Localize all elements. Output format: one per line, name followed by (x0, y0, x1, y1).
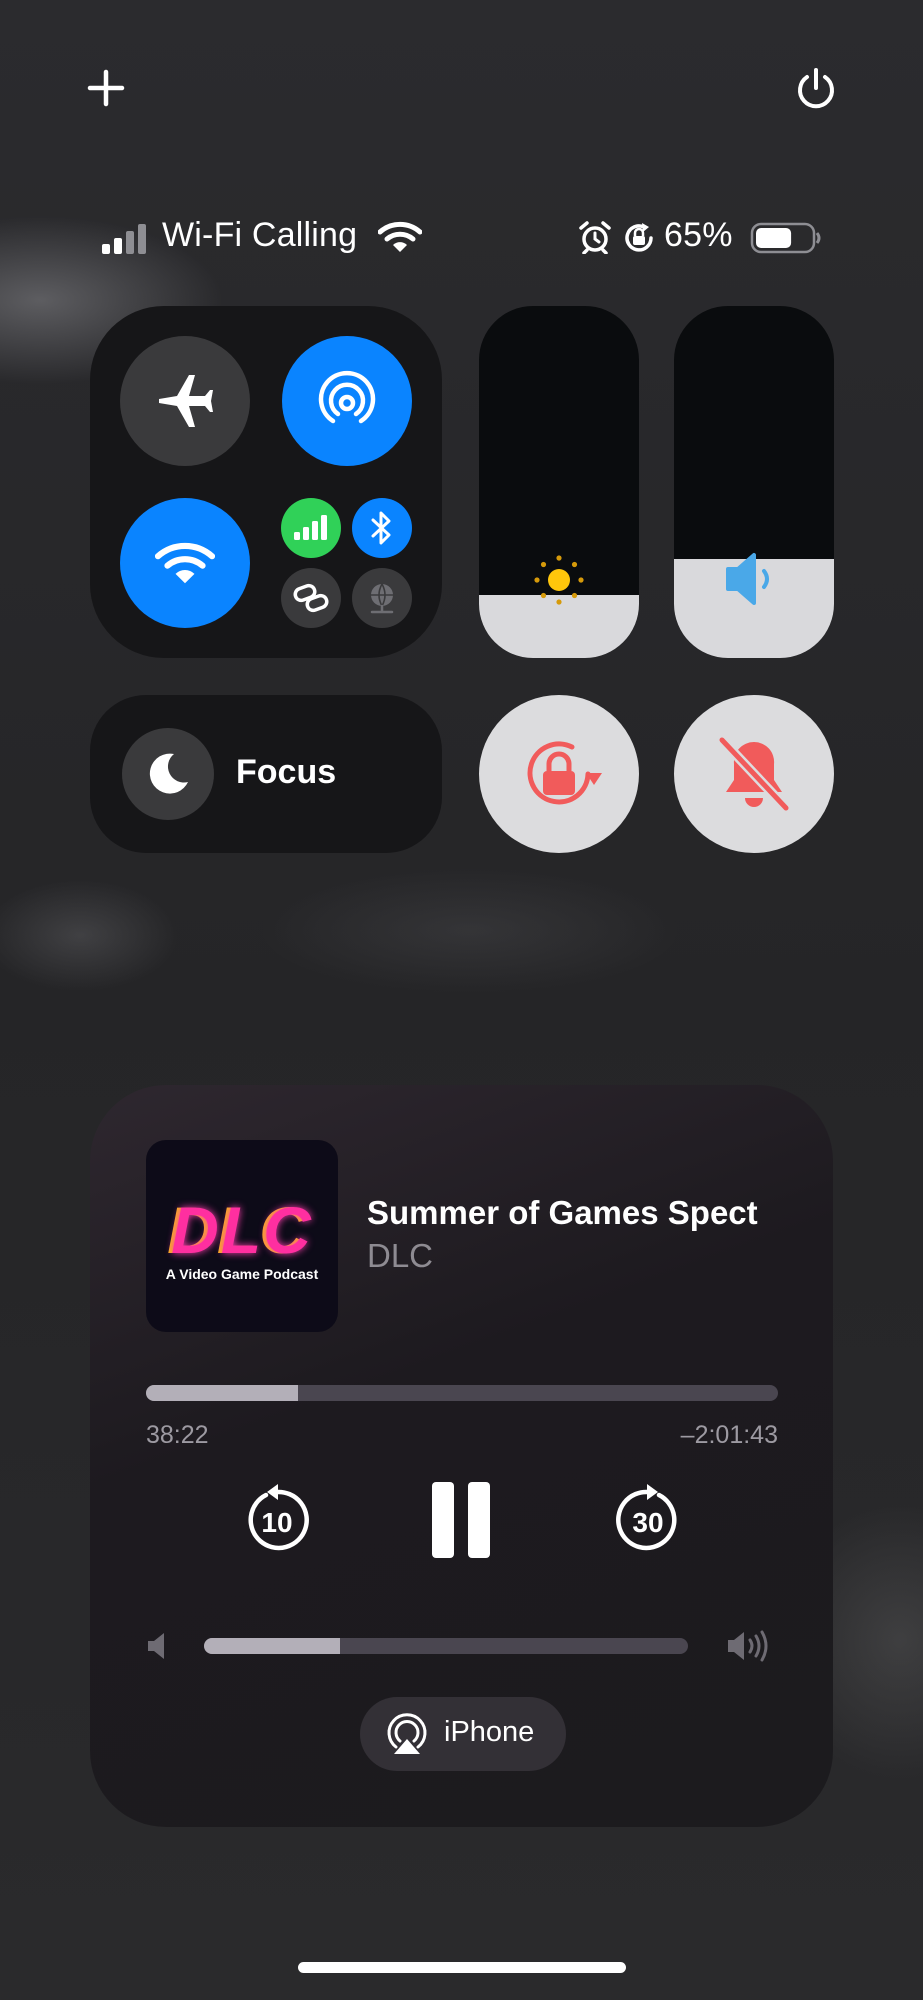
cellular-icon (294, 515, 327, 540)
rotation-lock-icon (625, 223, 653, 252)
carrier-label: Wi-Fi Calling (162, 216, 358, 254)
power-icon (798, 68, 834, 109)
playback-progress-fill (146, 1385, 298, 1401)
vpn-toggle[interactable] (352, 568, 412, 628)
connectivity-tile (90, 306, 442, 658)
airplane-icon (159, 375, 213, 427)
sun-icon (534, 555, 584, 605)
volume-high-icon (728, 1630, 768, 1662)
battery-percentage: 65% (664, 216, 733, 254)
airdrop-toggle[interactable] (282, 336, 412, 466)
volume-low-icon (148, 1633, 164, 1659)
plus-icon (87, 69, 125, 107)
remaining-time: –2:01:43 (680, 1421, 778, 1449)
globe-network-icon (370, 583, 394, 614)
bluetooth-toggle[interactable] (352, 498, 412, 558)
airplay-output-button[interactable]: iPhone (360, 1697, 566, 1771)
speaker-icon (726, 553, 769, 605)
skip-back-button[interactable]: 10 (242, 1483, 312, 1555)
elapsed-time: 38:22 (146, 1421, 209, 1449)
bell-slash-icon (717, 735, 791, 813)
airplay-audio-icon (387, 1713, 427, 1754)
pause-icon (432, 1482, 490, 1558)
moon-icon (149, 753, 188, 794)
focus-icon-circle (122, 728, 214, 820)
media-volume-slider[interactable] (204, 1638, 688, 1654)
orientation-lock-toggle[interactable] (479, 695, 639, 853)
home-indicator[interactable] (298, 1962, 626, 1973)
wifi-icon (378, 221, 422, 252)
status-bar: Wi-Fi Calling 65% (100, 212, 830, 264)
wifi-icon (155, 542, 215, 584)
silent-mode-toggle[interactable] (674, 695, 834, 853)
skip-back-seconds: 10 (261, 1507, 293, 1538)
artwork-subtitle: A Video Game Podcast (165, 1266, 319, 1282)
now-playing-card: DLC A Video Game Podcast Summer of Games… (90, 1085, 833, 1827)
playback-progress-bar[interactable] (146, 1385, 778, 1401)
alarm-icon (579, 221, 611, 254)
airplane-mode-toggle[interactable] (120, 336, 250, 466)
brightness-slider[interactable] (479, 306, 639, 658)
power-button[interactable] (794, 66, 838, 110)
artwork-title: DLC (171, 1193, 313, 1267)
airdrop-icon (318, 370, 376, 424)
personal-hotspot-toggle[interactable] (281, 568, 341, 628)
focus-button[interactable]: Focus (90, 695, 442, 853)
volume-slider[interactable] (674, 306, 834, 658)
cellular-signal-icon (102, 224, 146, 254)
hotspot-icon (293, 583, 329, 613)
album-artwork[interactable]: DLC A Video Game Podcast (146, 1140, 338, 1332)
focus-label: Focus (236, 753, 337, 791)
output-device-label: iPhone (444, 1716, 535, 1748)
track-title: Summer of Games Spect (367, 1194, 758, 1231)
skip-forward-button[interactable]: 30 (613, 1483, 683, 1555)
track-artist: DLC (367, 1237, 434, 1274)
media-volume-fill (204, 1638, 340, 1654)
battery-icon (750, 222, 821, 254)
skip-forward-seconds: 30 (632, 1507, 664, 1538)
orientation-lock-icon (527, 741, 602, 805)
bluetooth-icon (371, 511, 391, 545)
wifi-toggle[interactable] (120, 498, 250, 628)
add-button[interactable] (84, 66, 128, 110)
pause-button[interactable] (430, 1480, 492, 1560)
cellular-data-toggle[interactable] (281, 498, 341, 558)
